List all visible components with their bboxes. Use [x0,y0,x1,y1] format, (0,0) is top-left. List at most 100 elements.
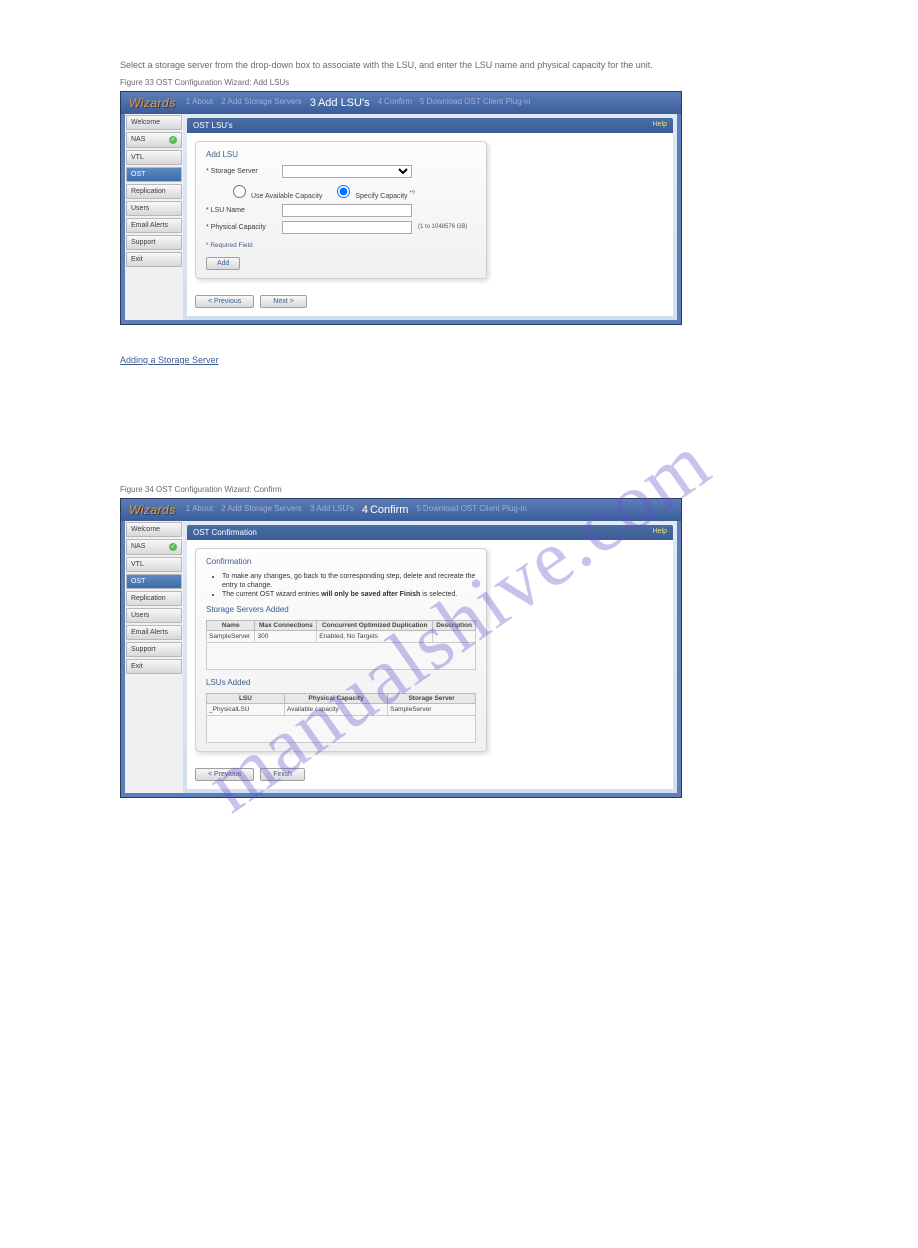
storage-server-label: Storage Server [211,168,258,175]
breadcrumb-step-confirm[interactable]: 4 Confirm [378,97,412,109]
storage-server-select[interactable] [282,165,412,178]
sidebar-item-label: VTL [131,561,144,568]
sidebar-item-label: Support [131,646,156,653]
sidebar-item-welcome[interactable]: Welcome [126,522,182,537]
adding-storage-server-link[interactable]: Adding a Storage Server [120,355,219,365]
panel-title: OST LSU's Help [187,118,673,133]
sidebar-item-label: Email Alerts [131,629,168,636]
sidebar-item-welcome[interactable]: Welcome [126,115,182,130]
card-section-header: Confirmation [206,557,476,566]
sidebar-item-exit[interactable]: Exit [126,659,182,674]
figure-label-2: Figure 34 OST Configuration Wizard: Conf… [120,485,838,494]
sidebar-item-emailalerts[interactable]: Email Alerts [126,218,182,233]
sidebar-item-nas[interactable]: NAS ✓ [126,539,182,555]
wizards-logo: Wizards [129,503,176,517]
sidebar-item-emailalerts[interactable]: Email Alerts [126,625,182,640]
table-header: Physical Capacity [284,693,387,703]
wizard-window-add-lsu: Wizards 1 About 2 Add Storage Servers 3 Ad… [120,91,682,325]
sidebar-item-replication[interactable]: Replication [126,184,182,199]
help-link[interactable]: Help [653,121,667,130]
sidebar: Welcome NAS ✓ VTL OST Replication Users Email A… [125,114,183,320]
table-header: Concurrent Optimized Duplication [317,620,433,630]
sidebar-item-label: OST [131,171,145,178]
description-1: Select a storage server from the drop-do… [120,60,838,72]
table-header: Storage Server [388,693,476,703]
help-link[interactable]: Help [653,528,667,537]
breadcrumb: 1 About 2 Add Storage Servers 3 Add LSU's 4… [186,97,531,109]
sidebar-item-users[interactable]: Users [126,201,182,216]
wizard-window-confirm: Wizards 1 About 2 Add Storage Servers 3 Ad… [120,498,682,798]
sidebar-item-label: Exit [131,663,143,670]
card-section-header: Add LSU [206,150,476,159]
table-header: Max Connections [255,620,317,630]
sidebar-item-label: Users [131,205,149,212]
sidebar-item-vtl[interactable]: VTL [126,557,182,572]
breadcrumb-step-add-storage-servers[interactable]: 2 Add Storage Servers [221,97,302,109]
sidebar-item-support[interactable]: Support [126,642,182,657]
breadcrumb: 1 About 2 Add Storage Servers 3 Add LSU's 4… [186,504,527,516]
servers-added-header: Storage Servers Added [206,605,476,614]
sidebar-item-label: Users [131,612,149,619]
required-field-note: * Required Field [206,242,476,249]
breadcrumb-step-about[interactable]: 1 About [186,504,213,516]
physical-capacity-label: Physical Capacity [211,224,266,231]
sidebar-item-users[interactable]: Users [126,608,182,623]
check-icon: ✓ [169,543,177,551]
sidebar-item-label: VTL [131,154,144,161]
previous-button[interactable]: < Previous [195,295,254,308]
check-icon: ✓ [169,136,177,144]
sidebar-item-support[interactable]: Support [126,235,182,250]
figure-label-1: Figure 33 OST Configuration Wizard: Add … [120,78,838,87]
add-lsu-card: Add LSU * Storage Server Use Available C… [195,141,487,279]
wizard-header: Wizards 1 About 2 Add Storage Servers 3 Ad… [121,92,681,114]
confirmation-bullet: To make any changes, go back to the corr… [222,572,476,590]
table-cell: SampleServer [388,703,476,715]
breadcrumb-step-confirm[interactable]: 4 Confirm [362,504,409,516]
sidebar-item-nas[interactable]: NAS ✓ [126,132,182,148]
breadcrumb-step-add-storage-servers[interactable]: 2 Add Storage Servers [221,504,302,516]
confirmation-card: Confirmation To make any changes, go bac… [195,548,487,752]
sidebar-item-label: Welcome [131,526,160,533]
sidebar-item-label: Replication [131,595,166,602]
breadcrumb-step-add-lsu-s[interactable]: 3 Add LSU's [310,97,370,109]
next-button[interactable]: Next > [260,295,306,308]
sidebar-item-label: Exit [131,256,143,263]
sidebar-item-label: Email Alerts [131,222,168,229]
lsus-added-table: LSUPhysical CapacityStorage Server _Phys… [206,693,476,743]
panel-title-text: OST LSU's [193,121,233,130]
table-cell: Enabled, No Targets [317,630,433,642]
sidebar-item-ost[interactable]: OST [126,574,182,589]
finish-button[interactable]: Finish [260,768,305,781]
table-header: LSU [207,693,285,703]
sidebar-item-label: Support [131,239,156,246]
sidebar-item-vtl[interactable]: VTL [126,150,182,165]
servers-added-table: NameMax ConnectionsConcurrent Optimized … [206,620,476,670]
lsus-added-header: LSUs Added [206,678,476,687]
confirmation-bullet: The current OST wizard entries will only… [222,590,476,599]
wizards-logo: Wizards [129,96,176,110]
table-cell [433,630,476,642]
sidebar-item-label: NAS [131,136,145,143]
table-cell: Available capacity [284,703,387,715]
sidebar-item-label: NAS [131,543,145,550]
previous-button[interactable]: < Previous [195,768,254,781]
breadcrumb-step-add-lsu-s[interactable]: 3 Add LSU's [310,504,354,516]
table-header: Description [433,620,476,630]
breadcrumb-step-download-ost-client-plug-in[interactable]: 5 Download OST Client Plug-in [420,97,530,109]
sidebar-item-label: Welcome [131,119,160,126]
panel-title-text: OST Confirmation [193,528,257,537]
lsu-name-label: LSU Name [211,207,245,214]
table-cell: SampleServer [207,630,255,642]
cross-ref: Adding a Storage Server [120,355,838,365]
breadcrumb-step-download-ost-client-plug-in[interactable]: 5 Download OST Client Plug-in [416,504,526,516]
breadcrumb-step-about[interactable]: 1 About [186,97,213,109]
use-available-radio[interactable]: Use Available Capacity [228,182,322,200]
add-button[interactable]: Add [206,257,240,270]
sidebar-item-label: OST [131,578,145,585]
physical-capacity-input[interactable] [282,221,412,234]
specify-capacity-radio[interactable]: Specify Capacity *? [332,182,415,200]
sidebar-item-replication[interactable]: Replication [126,591,182,606]
sidebar-item-ost[interactable]: OST [126,167,182,182]
lsu-name-input[interactable] [282,204,412,217]
sidebar-item-exit[interactable]: Exit [126,252,182,267]
